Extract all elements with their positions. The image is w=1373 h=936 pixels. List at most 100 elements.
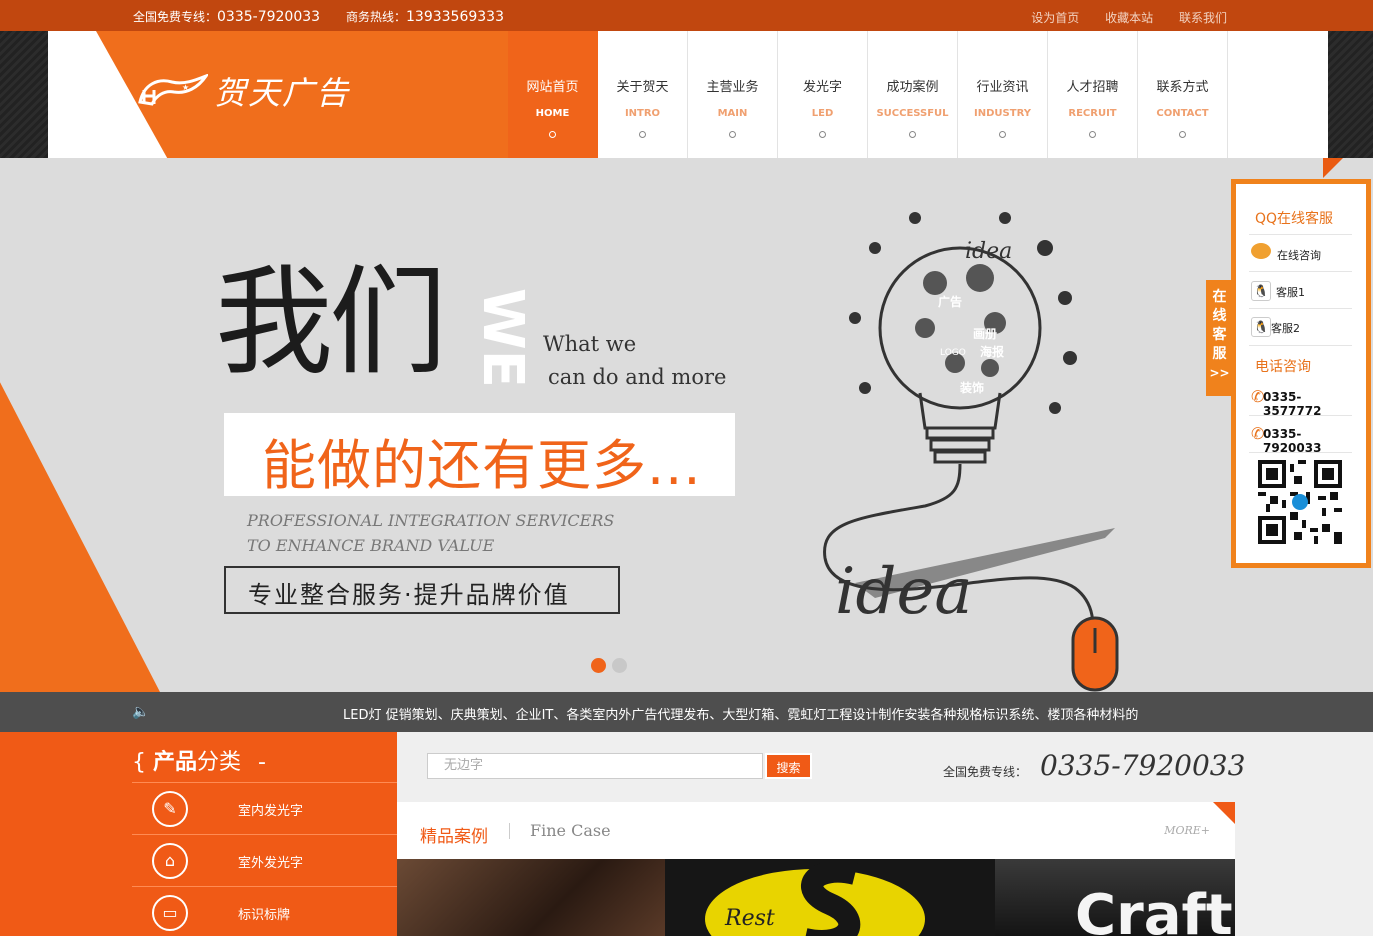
qq-service-title: QQ在线客服 <box>1255 211 1334 227</box>
case-title: 精品案例 <box>420 827 488 847</box>
nav-led[interactable]: 发光字 LED <box>778 31 868 161</box>
qq-penguin-icon: 🐧 <box>1251 281 1271 301</box>
bottom-hotline-number: 0335-7920033 <box>1040 749 1246 782</box>
news-ticker: 🔈 LED灯 促销策划、庆典策划、企业IT、各类室内外广告代理发布、大型灯箱、霓… <box>0 692 1373 732</box>
art-idea-small: idea <box>965 239 1012 264</box>
bulb-word-album: 画册 <box>973 327 997 341</box>
nav-sublabel: SUCCESSFUL <box>876 108 949 119</box>
qq-penguin-icon: 🐧 <box>1251 317 1271 337</box>
search-button[interactable]: 搜索 <box>765 753 812 779</box>
category-title: { 产品分类 - <box>132 744 266 776</box>
nav-sublabel: MAIN <box>717 108 748 119</box>
house-icon: ⌂ <box>152 843 188 879</box>
online-service-panel: QQ在线客服 在线咨询 🐧 客服1 🐧 客服2 电话咨询 ✆ 0335-3577… <box>1231 179 1371 568</box>
kefu-1[interactable]: 🐧 客服1 <box>1249 273 1352 309</box>
nav-industry[interactable]: 行业资讯 INDUSTRY <box>958 31 1048 161</box>
business-hotline: 商务热线：13933569333 <box>346 8 504 25</box>
hero-banner[interactable]: 我们 WE What we can do and more 能做的还有更多...… <box>0 158 1373 692</box>
top-bar: 全国免费专线：0335-7920033 商务热线：13933569333 设为首… <box>0 0 1373 31</box>
free-hotline-label: 全国免费专线： <box>133 10 218 24</box>
category-item-indoor[interactable]: ✎ 室内发光字 <box>132 782 397 834</box>
nav-label: 成功案例 <box>886 80 939 95</box>
kefu-2[interactable]: 🐧 客服2 <box>1249 310 1352 346</box>
logo-text[interactable]: 贺天广告 <box>214 68 350 114</box>
case-image[interactable] <box>397 859 665 936</box>
nav-sublabel: HOME <box>535 108 570 119</box>
kefu-1-label: 客服1 <box>1276 286 1305 299</box>
ticker-text[interactable]: LED灯 促销策划、庆典策划、企业IT、各类室内外广告代理发布、大型灯箱、霓虹灯… <box>343 704 1138 723</box>
banner-what-line1: What we <box>543 332 637 356</box>
nav-main[interactable]: 主营业务 MAIN <box>688 31 778 161</box>
nav-sublabel: INDUSTRY <box>974 108 1031 119</box>
category-item-outdoor[interactable]: ⌂ 室外发光字 <box>132 834 397 886</box>
banner-prof-line2: TO ENHANCE BRAND VALUE <box>247 536 495 555</box>
nav-label: 网站首页 <box>526 80 579 95</box>
bookmark-link[interactable]: 收藏本站 <box>1105 11 1153 25</box>
online-service-tab[interactable]: 在线客服 >> <box>1206 280 1233 396</box>
nav-dot-icon <box>909 131 916 138</box>
nav-intro[interactable]: 关于贺天 INTRO <box>598 31 688 161</box>
free-hotline-number: 0335-7920033 <box>217 9 321 25</box>
business-hotline-label: 商务热线： <box>346 10 407 24</box>
category-title-dash: - <box>258 750 266 775</box>
category-item-signage[interactable]: ▭ 标识标牌 <box>132 886 397 936</box>
nav-dot-icon <box>729 131 736 138</box>
nav-dot-icon <box>639 131 646 138</box>
pencil-ruler-icon: ✎ <box>152 791 188 827</box>
nav-label: 联系方式 <box>1156 80 1209 95</box>
nav-sublabel: RECRUIT <box>1068 108 1117 119</box>
nav-dot-icon <box>819 131 826 138</box>
nav-label: 主营业务 <box>706 80 759 95</box>
set-homepage-link[interactable]: 设为首页 <box>1031 11 1079 25</box>
svg-text:Rest: Rest <box>724 906 775 931</box>
bulb-word-ad: 广告 <box>938 294 962 309</box>
case-image[interactable]: Rest <box>665 859 995 936</box>
top-links: 设为首页 收藏本站 联系我们 <box>1009 9 1227 26</box>
slider-dots <box>591 658 633 673</box>
nav-dot-icon <box>999 131 1006 138</box>
bulb-word-poster: 海报 <box>980 344 1004 359</box>
bulb-word-deco: 装饰 <box>959 380 984 395</box>
banner-headline: 我们 <box>215 253 447 391</box>
nav-home[interactable]: 网站首页 HOME <box>508 31 598 161</box>
svg-text:Craft: Craft <box>1075 883 1233 936</box>
nav-contact[interactable]: 联系方式 CONTACT <box>1138 31 1228 161</box>
speaker-icon: 🔈 <box>132 704 150 720</box>
nav-sublabel: INTRO <box>624 108 661 119</box>
business-hotline-number: 13933569333 <box>406 9 504 25</box>
idea-bulb-illustration: 广告 画册 海报 装饰 LOGO idea idea <box>823 212 1119 692</box>
slider-dot[interactable] <box>612 658 627 673</box>
phone-1[interactable]: ✆ 0335-3577772 <box>1249 380 1352 418</box>
phone-2[interactable]: ✆ 0335-7920033 <box>1249 417 1352 455</box>
free-hotline: 全国免费专线：0335-7920033 <box>133 8 320 25</box>
nav-sublabel: LED <box>811 108 834 119</box>
banner-slogan: 能做的还有更多... <box>262 434 702 497</box>
nav-dot-icon <box>1089 131 1096 138</box>
online-consult[interactable]: 在线咨询 <box>1249 236 1352 272</box>
phone-1-number: 0335-3577772 <box>1263 390 1322 418</box>
bulb-word-logo: LOGO <box>940 348 966 358</box>
banner-service: 专业整合服务·提升品牌价值 <box>248 581 570 609</box>
case-more-link[interactable]: MORE+ <box>1164 824 1210 837</box>
banner-what-line2: can do and more <box>548 365 727 389</box>
case-image[interactable]: Craft <box>995 859 1235 936</box>
category-title-bold: 产品 <box>153 750 198 775</box>
main-nav: 网站首页 HOME 关于贺天 INTRO 主营业务 MAIN 发光字 LED 成… <box>508 31 1228 161</box>
category-title-brace: { <box>132 750 146 775</box>
fine-case-panel: 精品案例 Fine Case MORE+ Rest Craft <box>397 802 1235 936</box>
nav-sublabel: CONTACT <box>1156 108 1209 119</box>
category-label: 室内发光字 <box>238 804 304 819</box>
slider-dot-active[interactable] <box>591 658 606 673</box>
contact-us-link[interactable]: 联系我们 <box>1179 11 1227 25</box>
online-service-tab-label: 在线客服 <box>1212 289 1227 362</box>
nav-label: 人才招聘 <box>1066 80 1119 95</box>
bottom-hotline: 全国免费专线： 0335-7920033 <box>943 749 1245 782</box>
search-input[interactable]: 无边字 <box>427 753 763 779</box>
nav-label: 行业资讯 <box>976 80 1029 95</box>
nav-successful[interactable]: 成功案例 SUCCESSFUL <box>868 31 958 161</box>
nav-recruit[interactable]: 人才招聘 RECRUIT <box>1048 31 1138 161</box>
kefu-2-label: 客服2 <box>1271 322 1300 335</box>
nav-label: 关于贺天 <box>616 80 669 95</box>
chat-bubble-icon <box>1251 243 1271 259</box>
banner-prof-line1: PROFESSIONAL INTEGRATION SERVICERS <box>247 511 615 530</box>
